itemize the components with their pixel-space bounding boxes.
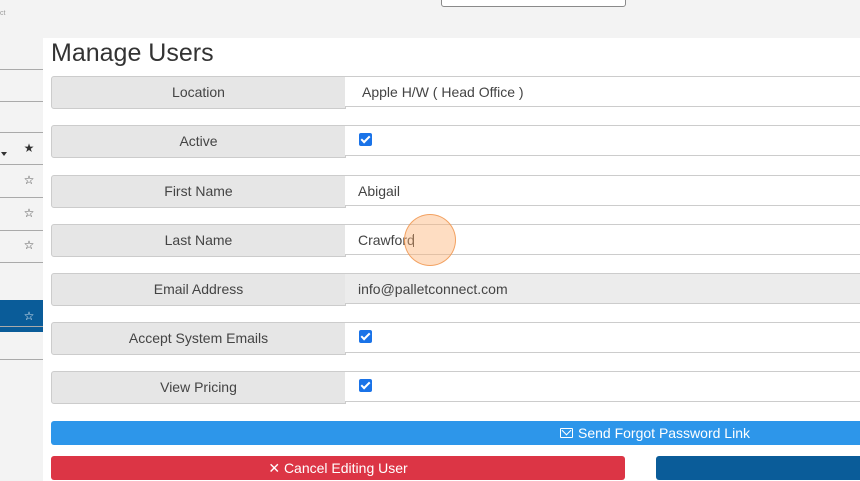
sidebar: ★ ☆ ☆ ☆ ☆ bbox=[0, 38, 43, 481]
sidebar-divider bbox=[0, 359, 43, 360]
sidebar-divider bbox=[0, 326, 43, 327]
page-title: Manage Users bbox=[51, 39, 214, 67]
send-forgot-password-label: Send Forgot Password Link bbox=[578, 425, 750, 441]
active-checkbox[interactable] bbox=[359, 133, 372, 146]
sidebar-divider bbox=[0, 164, 43, 165]
sidebar-divider bbox=[0, 101, 43, 102]
active-row: Active bbox=[51, 125, 860, 158]
sidebar-divider bbox=[0, 69, 43, 70]
sidebar-item-active[interactable]: ☆ bbox=[0, 300, 43, 332]
view-pricing-field bbox=[345, 371, 860, 402]
location-select[interactable]: Apple H/W ( Head Office ) bbox=[345, 76, 860, 107]
view-pricing-row: View Pricing bbox=[51, 371, 860, 404]
active-field bbox=[345, 125, 860, 156]
active-label: Active bbox=[51, 125, 346, 158]
envelope-icon bbox=[560, 428, 573, 438]
search-input[interactable] bbox=[441, 0, 626, 7]
save-user-button[interactable] bbox=[656, 456, 860, 480]
accept-emails-field bbox=[345, 322, 860, 353]
star-filled-icon[interactable]: ★ bbox=[22, 141, 36, 155]
sidebar-divider bbox=[0, 262, 43, 263]
sidebar-divider bbox=[0, 197, 43, 198]
send-forgot-password-button[interactable]: Send Forgot Password Link bbox=[51, 421, 860, 445]
email-field: info@palletconnect.com bbox=[345, 273, 860, 304]
click-indicator bbox=[404, 214, 456, 266]
cancel-editing-label: ✕ Cancel Editing User bbox=[268, 460, 408, 476]
cancel-editing-button[interactable]: ✕ Cancel Editing User bbox=[51, 456, 625, 480]
location-row: Location Apple H/W ( Head Office ) bbox=[51, 76, 860, 109]
brand-logo: ct bbox=[0, 10, 6, 17]
last-name-label: Last Name bbox=[51, 224, 346, 257]
view-pricing-checkbox[interactable] bbox=[359, 379, 372, 392]
accept-emails-checkbox[interactable] bbox=[359, 330, 372, 343]
accept-emails-row: Accept System Emails bbox=[51, 322, 860, 355]
sidebar-divider bbox=[0, 230, 43, 231]
first-name-input[interactable]: Abigail bbox=[345, 175, 860, 206]
email-row: Email Address info@palletconnect.com bbox=[51, 273, 860, 306]
star-outline-icon[interactable]: ☆ bbox=[22, 238, 36, 252]
accept-emails-label: Accept System Emails bbox=[51, 322, 346, 355]
star-outline-icon[interactable]: ☆ bbox=[22, 173, 36, 187]
chevron-down-icon[interactable] bbox=[1, 152, 7, 156]
first-name-label: First Name bbox=[51, 175, 346, 208]
sidebar-divider bbox=[0, 132, 43, 133]
email-label: Email Address bbox=[51, 273, 346, 306]
location-label: Location bbox=[51, 76, 346, 109]
star-outline-icon[interactable]: ☆ bbox=[22, 309, 36, 323]
star-outline-icon[interactable]: ☆ bbox=[22, 206, 36, 220]
main-content: Manage Users Location Apple H/W ( Head O… bbox=[43, 38, 860, 481]
first-name-row: First Name Abigail bbox=[51, 175, 860, 208]
view-pricing-label: View Pricing bbox=[51, 371, 346, 404]
top-bar: ct bbox=[0, 0, 860, 38]
